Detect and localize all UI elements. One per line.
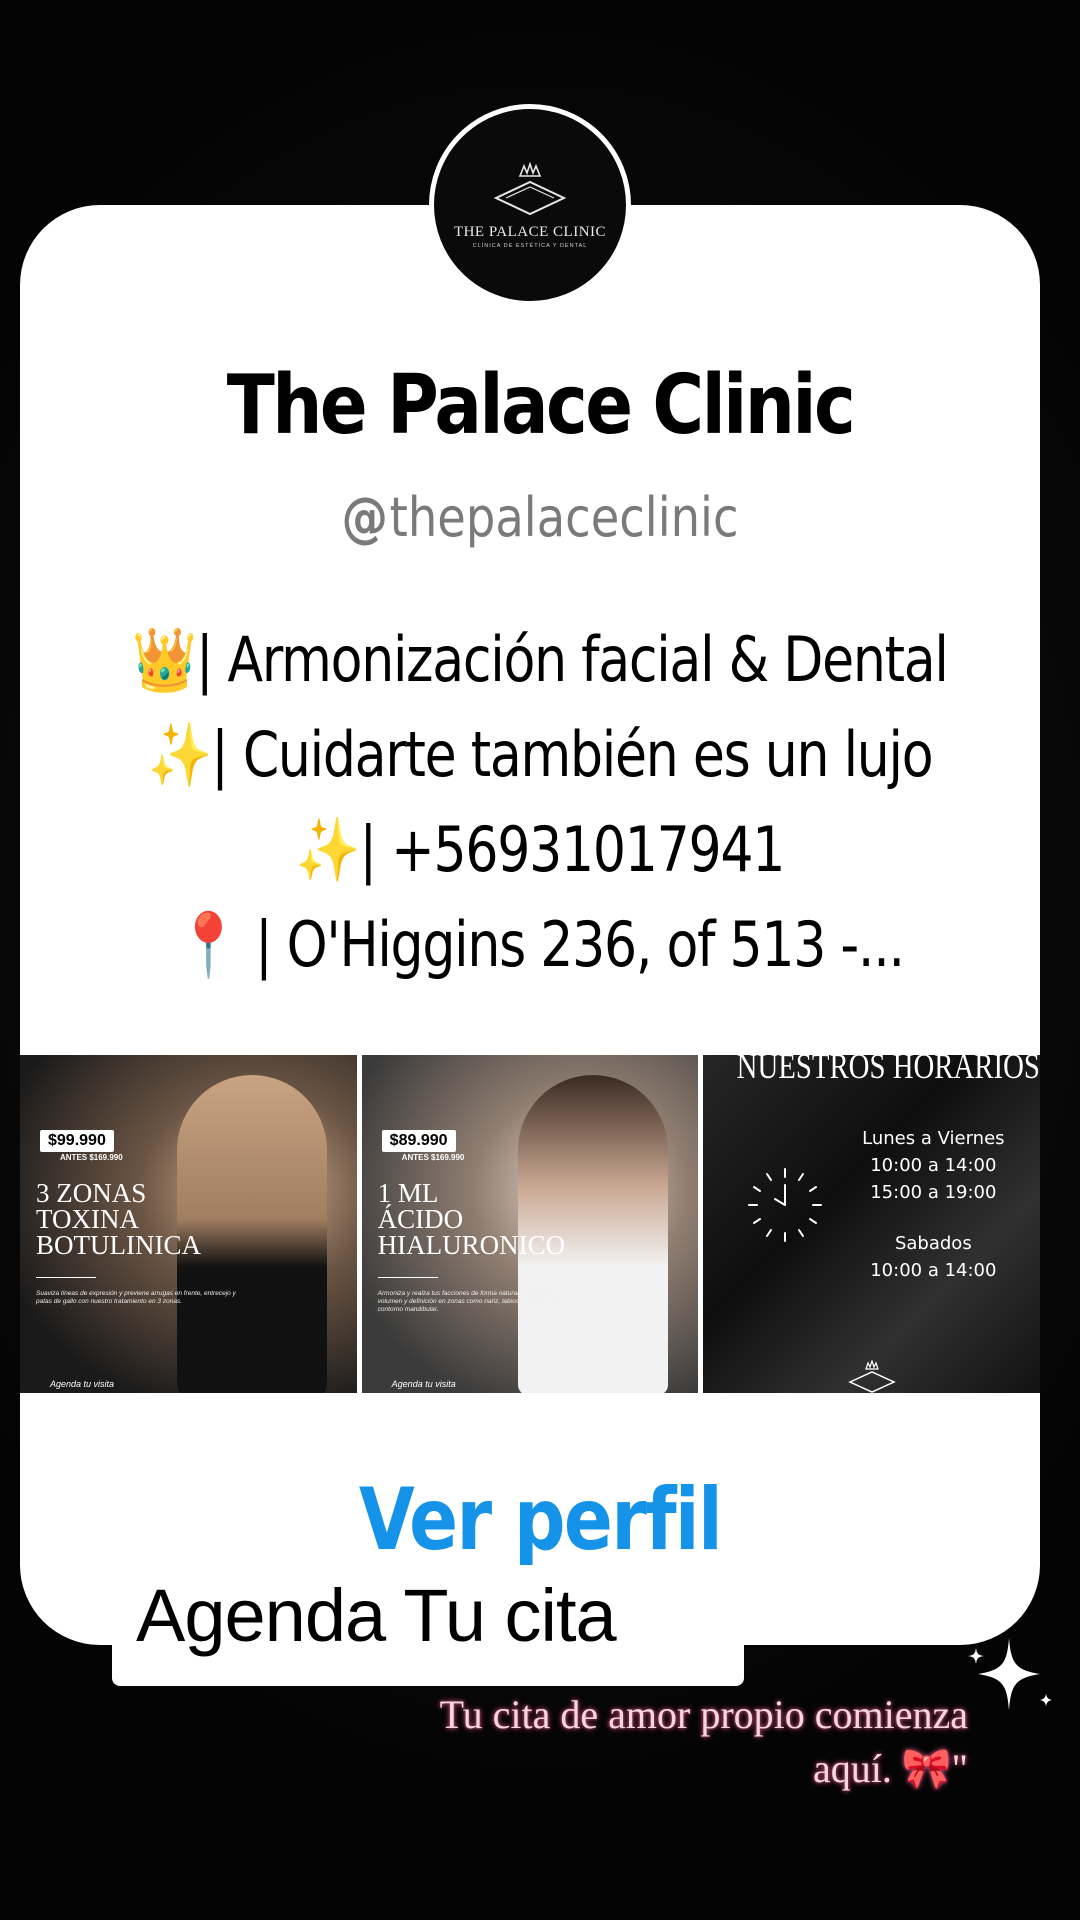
bio-line: 📍 | O'Higgins 236, of 513 -... — [86, 897, 993, 992]
pin-icon: 📍 — [176, 908, 241, 981]
handle-text: thepalaceclinic — [389, 486, 739, 549]
bio-line: ✨| Cuidarte también es un lujo — [86, 707, 993, 802]
post-tile-toxina[interactable]: $99.990 ANTES $169.990 3 ZONAS TOXINA BO… — [20, 1055, 357, 1393]
profile-bio: 👑| Armonización facial & Dental ✨| Cuida… — [0, 612, 1080, 992]
weekdays-label: Lunes a Viernes — [862, 1128, 1005, 1149]
post-description: Armoniza y realza tus facciones de forma… — [377, 1290, 571, 1313]
post-price-before: ANTES $169.990 — [401, 1153, 465, 1162]
divider — [377, 1277, 438, 1278]
sparkles-icon: ✨ — [295, 813, 361, 886]
agenda-banner: Agenda Tu cita — [112, 1565, 744, 1686]
profile-handle[interactable]: @thepalaceclinic — [76, 486, 1005, 549]
agenda-label: Agenda Tu cita — [136, 1574, 617, 1657]
profile-name: The Palace Clinic — [226, 358, 856, 453]
post-price: $99.990 — [40, 1130, 114, 1152]
bio-address: | O'Higgins 236, of 513 -... — [239, 908, 905, 981]
post-cta: Agenda tu visita — [391, 1379, 456, 1389]
sparkles-icon: ✨ — [147, 718, 213, 791]
caption-line: Tu cita de amor propio comienza — [439, 1692, 968, 1737]
post-description: Suaviza líneas de expresión y previene a… — [36, 1290, 236, 1305]
sparkle-icon — [968, 1638, 1052, 1710]
caption-line: aquí. 🎀" — [813, 1746, 968, 1791]
weekdays-afternoon: 15:00 a 19:00 — [870, 1182, 997, 1203]
post-price-before: ANTES $169.990 — [60, 1153, 123, 1162]
post-cta: Agenda tu visita — [50, 1379, 115, 1389]
crown-diamond-logo-icon — [493, 161, 567, 215]
story-caption: Tu cita de amor propio comienza aquí. 🎀" — [0, 1688, 968, 1796]
post-price: $89.990 — [381, 1130, 456, 1152]
diamond-logo-icon — [848, 1360, 897, 1393]
bio-text: | Cuidarte también es un lujo — [211, 718, 933, 791]
bio-line: 👑| Armonización facial & Dental — [86, 612, 993, 707]
view-profile-button[interactable]: Ver perfil — [86, 1470, 993, 1570]
threads-icon: @ — [341, 486, 388, 549]
hours-title: NUESTROS HORARIOS — [737, 1055, 1041, 1086]
post-tile-horarios[interactable]: NUESTROS HORARIOS Lunes a Viernes 10:00 … — [703, 1055, 1041, 1393]
bio-line: ✨| +56931017941 — [86, 802, 993, 897]
clock-icon — [748, 1168, 823, 1242]
profile-avatar[interactable]: THE PALACE CLINIC CLÍNICA DE ESTÉTICA Y … — [429, 104, 631, 306]
bio-text: | Armonización facial & Dental — [195, 623, 949, 696]
saturday-label: Sabados — [894, 1233, 972, 1254]
bio-phone: | +56931017941 — [359, 813, 785, 886]
post-title: 3 ZONAS TOXINA BOTULINICA — [36, 1178, 201, 1260]
saturday-hours: 10:00 a 14:00 — [870, 1260, 997, 1281]
hours-list: Lunes a Viernes 10:00 a 14:00 15:00 a 19… — [833, 1125, 1033, 1284]
divider — [36, 1277, 96, 1278]
logo-name: THE PALACE CLINIC — [453, 223, 607, 240]
logo-subtitle: CLÍNICA DE ESTÉTICA Y DENTAL — [472, 242, 588, 249]
post-grid: $99.990 ANTES $169.990 3 ZONAS TOXINA BO… — [20, 1055, 1041, 1393]
crown-icon: 👑 — [132, 623, 197, 696]
weekdays-morning: 10:00 a 14:00 — [870, 1155, 997, 1176]
post-title: 1 ML ÁCIDO HIALURONICO — [377, 1178, 566, 1260]
post-tile-hialuronico[interactable]: $89.990 ANTES $169.990 1 ML ÁCIDO HIALUR… — [361, 1055, 699, 1393]
